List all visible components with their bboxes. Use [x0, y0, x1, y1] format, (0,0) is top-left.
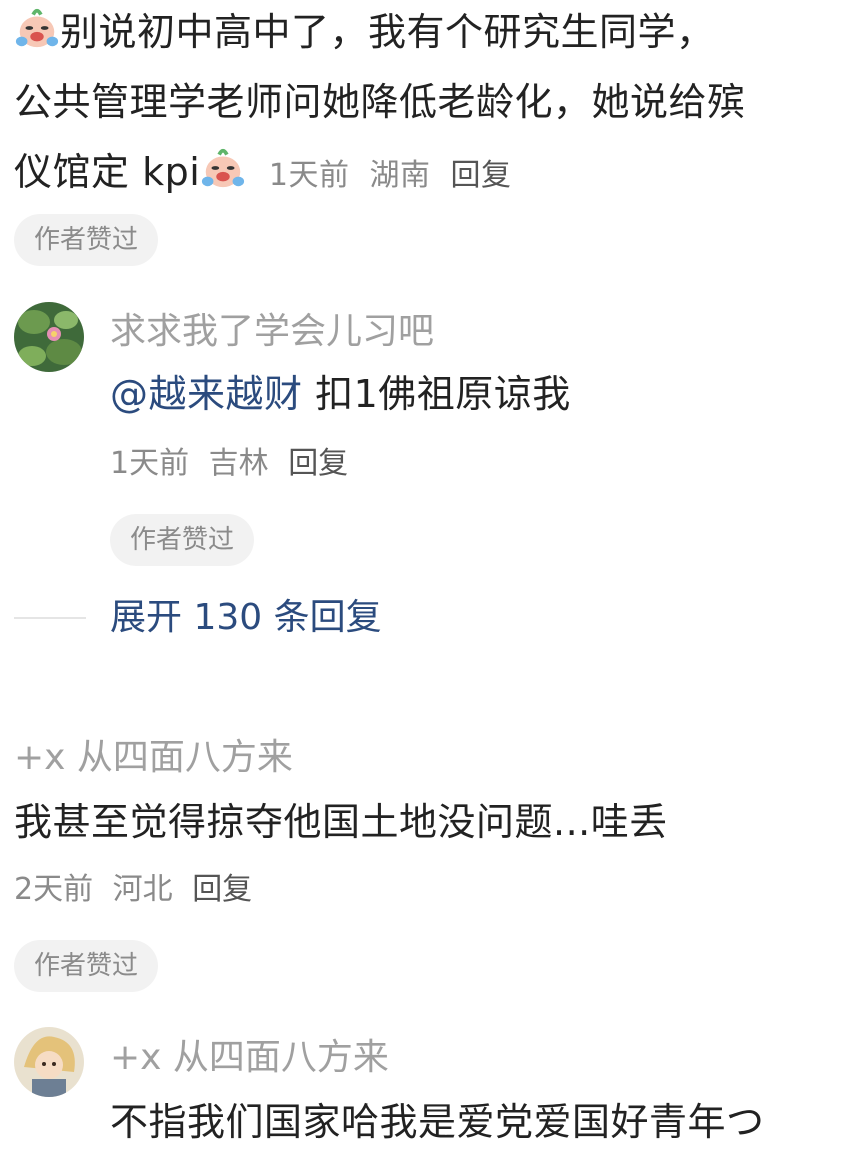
expand-divider: [14, 617, 86, 619]
reply-text: @越来越财 扣1佛祖原谅我: [110, 362, 571, 426]
comment-text-line-2: 公共管理学老师问她降低老龄化，她说给殡: [14, 80, 746, 124]
crying-laughing-face-icon: [202, 148, 245, 188]
reply-meta: 1天前 吉林 回复: [110, 444, 348, 484]
comment-text-tail: 仪馆定 kpi: [14, 150, 201, 194]
reply-button[interactable]: 回复: [192, 872, 252, 907]
avatar[interactable]: [14, 302, 84, 372]
comment-text: 我甚至觉得掠夺他国土地没问题...哇丢: [14, 800, 668, 844]
comment-1: 别说初中高中了，我有个研究生同学， 公共管理学老师问她降低老龄化，她说给殡 仪馆…: [14, 0, 844, 204]
comment-text: 别说初中高中了，我有个研究生同学，: [60, 10, 715, 54]
comment-time: 2天前: [14, 872, 94, 907]
reply-button[interactable]: 回复: [451, 158, 512, 193]
comment-username[interactable]: +x 从四面八方来: [14, 736, 293, 780]
reply-username[interactable]: +x 从四面八方来: [110, 1036, 389, 1080]
reply-text: 不指我们国家哈我是爱党爱国好青年つ: [110, 1100, 765, 1144]
lotus-avatar-image: [14, 302, 84, 372]
reply-username[interactable]: 求求我了学会儿习吧: [110, 310, 434, 354]
author-liked-badge: 作者赞过: [14, 214, 159, 266]
comment-location: 河北: [112, 872, 173, 907]
comment-meta: 2天前 河北 回复: [14, 870, 252, 910]
reply-time: 1天前: [110, 446, 190, 481]
expand-replies-button[interactable]: 展开 130 条回复: [110, 596, 382, 640]
anime-character-avatar-image: [14, 1027, 84, 1097]
author-liked-badge: 作者赞过: [14, 940, 159, 992]
comment-location: 湖南: [369, 158, 431, 193]
comment-text-line-1: 别说初中高中了，我有个研究生同学，: [14, 0, 844, 64]
reply-button[interactable]: 回复: [288, 446, 348, 481]
comment-time: 1天前: [268, 158, 350, 193]
crying-laughing-face-icon: [15, 8, 59, 48]
comment-meta: 1天前 湖南 回复: [269, 158, 512, 193]
reply-location: 吉林: [208, 446, 269, 481]
avatar[interactable]: [14, 1027, 84, 1097]
comment-text-line-3: 仪馆定 kpi 1天前 湖南 回复: [14, 140, 844, 204]
mention-link[interactable]: @越来越财: [110, 372, 303, 416]
reply-body: 扣1佛祖原谅我: [302, 372, 571, 416]
author-liked-badge: 作者赞过: [110, 514, 255, 566]
